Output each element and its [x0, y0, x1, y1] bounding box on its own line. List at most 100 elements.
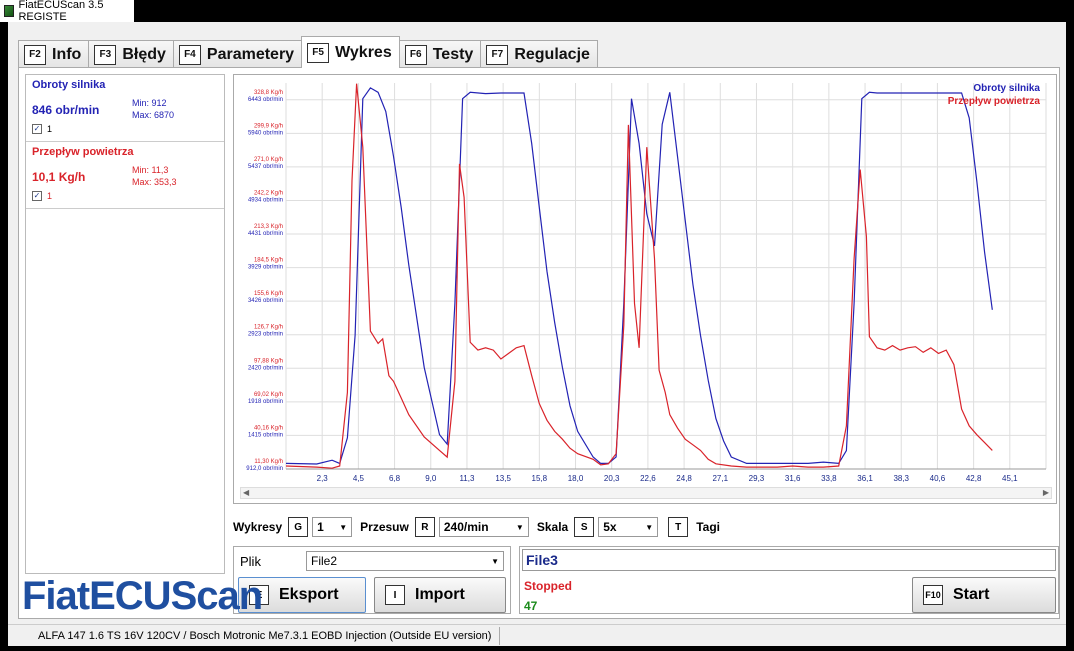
- skala-label: Skala: [536, 520, 569, 534]
- tab-key: F6: [404, 44, 427, 65]
- legend-entry: Przepływ powietrza: [948, 96, 1041, 107]
- sensor-max: Max: 6870: [132, 110, 175, 120]
- checkbox-checked-icon[interactable]: ✓: [32, 124, 42, 134]
- run-panel: File3 Stopped 47 F10 Start: [519, 546, 1059, 614]
- chevron-down-icon: ▼: [339, 522, 348, 532]
- y-tick-label-red: 40,16 Kg/h: [254, 425, 283, 431]
- y-tick-label-red: 184,5 Kg/h: [254, 258, 283, 264]
- sensor-checkbox-row[interactable]: ✓ 1: [32, 124, 52, 134]
- chart-page: Obroty silnika 846 obr/min Min: 912 Max:…: [18, 67, 1060, 619]
- skala-key-button[interactable]: S: [574, 517, 595, 537]
- wykresy-select[interactable]: 1 ▼: [312, 517, 353, 537]
- tab-parametery[interactable]: F4 Parametery: [172, 40, 303, 68]
- y-tick-label-red: 97,88 Kg/h: [254, 358, 283, 364]
- import-key: I: [385, 585, 405, 605]
- file-value: File2: [311, 554, 338, 568]
- status-bar: ALFA 147 1.6 TS 16V 120CV / Bosch Motron…: [8, 624, 1066, 646]
- scroll-left-icon[interactable]: ◀: [243, 488, 249, 498]
- przesuw-key-button[interactable]: R: [414, 517, 435, 537]
- y-tick-label-blue: 6443 obr/min: [248, 97, 283, 103]
- sensor-checkbox-row[interactable]: ✓ 1: [32, 191, 52, 201]
- tab-label: Info: [52, 45, 82, 63]
- import-button[interactable]: I Import: [374, 577, 506, 613]
- y-tick-label-blue: 912,0 obr/min: [246, 466, 283, 472]
- y-tick-label-red: 126,7 Kg/h: [254, 325, 283, 331]
- x-tick-label: 11,3: [459, 474, 475, 483]
- tab-testy[interactable]: F6 Testy: [398, 40, 482, 68]
- przesuw-label: Przesuw: [360, 520, 409, 534]
- tab-info[interactable]: F2 Info: [18, 40, 90, 68]
- fiatecuscan-logo: FiatECUScan: [22, 574, 263, 618]
- x-tick-label: 13,5: [495, 474, 511, 483]
- output-file-field[interactable]: File3: [522, 549, 1056, 571]
- checkbox-label: 1: [47, 191, 53, 201]
- legend-entry: Obroty silnika: [973, 83, 1040, 94]
- y-tick-label-red: 155,6 Kg/h: [254, 291, 283, 297]
- przesuw-select[interactable]: 240/min ▼: [438, 517, 529, 537]
- y-tick-label-blue: 4934 obr/min: [248, 197, 283, 203]
- checkbox-label: 1: [47, 124, 53, 134]
- y-tick-label-red: 328,8 Kg/h: [254, 90, 283, 96]
- x-tick-label: 29,3: [749, 474, 765, 483]
- run-count: 47: [524, 599, 538, 613]
- y-tick-label-blue: 1415 obr/min: [248, 432, 283, 438]
- wykresy-value: 1: [317, 520, 324, 534]
- tab-label: Błędy: [122, 45, 166, 63]
- wykresy-key-button[interactable]: G: [288, 517, 309, 537]
- y-tick-label-red: 271,0 Kg/h: [254, 157, 283, 163]
- chart-svg: 11,30 Kg/h912,0 obr/min 40,16 Kg/h1415 ob…: [246, 83, 1047, 483]
- x-tick-label: 45,1: [1002, 474, 1018, 483]
- x-tick-label: 4,5: [353, 474, 365, 483]
- chevron-down-icon: ▼: [491, 556, 499, 566]
- y-tick-label-blue: 5940 obr/min: [248, 130, 283, 136]
- sensor-rpm[interactable]: Obroty silnika 846 obr/min Min: 912 Max:…: [26, 75, 224, 142]
- y-tick-label-blue: 4431 obr/min: [248, 231, 283, 237]
- import-label: Import: [415, 586, 465, 603]
- chevron-down-icon: ▼: [645, 522, 654, 532]
- sensor-value: 846 obr/min: [32, 103, 100, 117]
- y-tick-label-blue: 3426 obr/min: [248, 298, 283, 304]
- chart-scrollbar[interactable]: ◀ ▶: [240, 487, 1052, 499]
- sensor-max: Max: 353,3: [132, 177, 177, 187]
- x-tick-label: 38,3: [893, 474, 909, 483]
- tab-label: Regulacje: [514, 45, 590, 63]
- chart-controls: Wykresy G 1 ▼ Przesuw R 240/min ▼ Skala S …: [233, 516, 1057, 538]
- x-tick-label: 27,1: [712, 474, 728, 483]
- skala-select[interactable]: 5x ▼: [598, 517, 659, 537]
- series-line-rpm: [285, 87, 993, 465]
- y-tick-label-red: 213,3 Kg/h: [254, 224, 283, 230]
- sensor-min: Min: 11,3: [132, 165, 169, 175]
- sensor-airflow[interactable]: Przepływ powietrza 10,1 Kg/h Min: 11,3 M…: [26, 142, 224, 209]
- tab-key: F2: [24, 44, 46, 65]
- chevron-down-icon: ▼: [515, 522, 524, 532]
- checkbox-checked-icon[interactable]: ✓: [32, 191, 42, 201]
- y-tick-label-blue: 5437 obr/min: [248, 164, 283, 170]
- app-icon: [4, 5, 15, 17]
- tagi-key-button[interactable]: T: [668, 517, 689, 537]
- sensor-value: 10,1 Kg/h: [32, 170, 86, 184]
- x-tick-label: 22,6: [640, 474, 656, 483]
- tagi-label: Tagi: [696, 520, 720, 534]
- start-label: Start: [953, 586, 990, 603]
- scroll-right-icon[interactable]: ▶: [1043, 488, 1049, 498]
- x-tick-label: 20,3: [604, 474, 620, 483]
- sensor-name: Przepływ powietrza: [32, 146, 134, 158]
- x-tick-label: 15,8: [532, 474, 548, 483]
- tab-regulacje[interactable]: F7 Regulacje: [480, 40, 598, 68]
- sensor-minmax: Min: 11,3 Max: 353,3: [132, 164, 177, 188]
- sensor-min: Min: 912: [132, 98, 167, 108]
- tab-key: F5: [307, 42, 330, 63]
- export-label: Eksport: [279, 586, 339, 603]
- tab-key: F3: [94, 44, 117, 65]
- app-window: F2 Info F3 Błędy F4 Parametery F5 Wykres F6 T…: [8, 22, 1066, 646]
- start-button[interactable]: F10 Start: [912, 577, 1056, 613]
- tab-label: Parametery: [206, 45, 295, 63]
- y-tick-label-blue: 1918 obr/min: [248, 399, 283, 405]
- tab-wykres[interactable]: F5 Wykres: [301, 36, 400, 68]
- sensor-minmax: Min: 912 Max: 6870: [132, 97, 174, 121]
- y-tick-label-blue: 2420 obr/min: [248, 365, 283, 371]
- file-select[interactable]: File2 ▼: [306, 551, 504, 571]
- file-panel: Plik File2 ▼ E Eksport I Import: [233, 546, 511, 614]
- chart-area[interactable]: 11,30 Kg/h 912,0 obr/min 40,16 Kg/h 1415 ob…: [233, 74, 1057, 504]
- tab-bledy[interactable]: F3 Błędy: [88, 40, 174, 68]
